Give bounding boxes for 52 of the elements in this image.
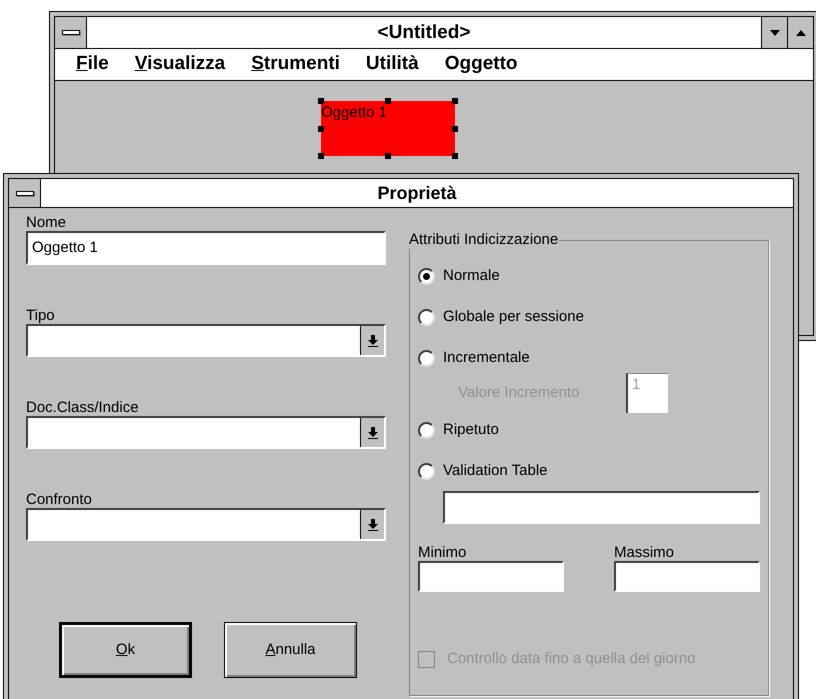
dropdown-arrow-icon bbox=[368, 334, 378, 346]
radio-label: Normale bbox=[443, 266, 500, 286]
field-label: Tipo bbox=[26, 307, 56, 324]
up-triangle-icon bbox=[796, 30, 806, 36]
radio-button[interactable] bbox=[418, 308, 435, 326]
dropdown-field[interactable] bbox=[26, 324, 386, 357]
down-triangle-icon bbox=[770, 30, 780, 36]
resize-handle[interactable] bbox=[452, 98, 458, 104]
minimize-button[interactable] bbox=[761, 17, 787, 48]
radio-button[interactable] bbox=[418, 268, 435, 284]
text-field[interactable]: Oggetto 1 bbox=[26, 231, 386, 265]
menu-item[interactable]: Strumenti bbox=[251, 50, 340, 79]
field-label: Nome bbox=[26, 214, 68, 231]
system-menu-button[interactable] bbox=[9, 179, 41, 207]
resize-handle[interactable] bbox=[452, 126, 458, 132]
radio-button[interactable] bbox=[418, 422, 435, 438]
group-title: Attributi Indicizzazione bbox=[409, 231, 560, 249]
range-field[interactable] bbox=[418, 561, 564, 592]
field-label: Confronto bbox=[26, 491, 93, 508]
maximize-button[interactable] bbox=[787, 17, 813, 48]
radio-label: Ripetuto bbox=[443, 420, 499, 440]
dropdown-arrow-icon bbox=[368, 426, 378, 438]
dropdown-arrow-icon bbox=[368, 518, 378, 530]
dropdown-field[interactable] bbox=[26, 416, 386, 449]
radio-label: Incrementale bbox=[443, 348, 530, 368]
object-label: Oggetto 1 bbox=[321, 103, 387, 123]
dropdown-field[interactable] bbox=[26, 508, 386, 541]
menu-item[interactable]: Utilità bbox=[366, 50, 419, 79]
radio-label: Validation Table bbox=[443, 460, 548, 481]
radio-label: Globale per sessione bbox=[443, 306, 584, 327]
menu-item[interactable]: Visualizza bbox=[134, 50, 226, 79]
field-label: Doc.Class/Indice bbox=[26, 399, 140, 416]
radio-button[interactable] bbox=[418, 462, 435, 480]
radio-button[interactable] bbox=[418, 350, 435, 366]
menu-item[interactable]: File bbox=[76, 50, 109, 79]
system-menu-button[interactable] bbox=[55, 17, 87, 48]
resize-handle[interactable] bbox=[452, 153, 458, 159]
ok-button[interactable]: Ok bbox=[59, 622, 192, 678]
resize-handle[interactable] bbox=[318, 153, 324, 159]
cancel-button[interactable]: Annulla bbox=[224, 622, 357, 678]
resize-handle[interactable] bbox=[318, 98, 324, 104]
validation-table-field[interactable] bbox=[443, 491, 760, 524]
window-title: <Untitled> bbox=[376, 21, 472, 45]
resize-handle[interactable] bbox=[385, 153, 391, 159]
range-label: Massimo bbox=[614, 544, 676, 561]
resize-handle[interactable] bbox=[318, 126, 324, 132]
dialog-title: Proprietà bbox=[376, 182, 458, 205]
menu-item[interactable]: Oggetto bbox=[444, 50, 518, 79]
resize-handle[interactable] bbox=[385, 98, 391, 104]
canvas-object[interactable]: Oggetto 1 bbox=[321, 101, 455, 156]
range-label: Minimo bbox=[418, 544, 468, 561]
range-field[interactable] bbox=[614, 561, 760, 592]
